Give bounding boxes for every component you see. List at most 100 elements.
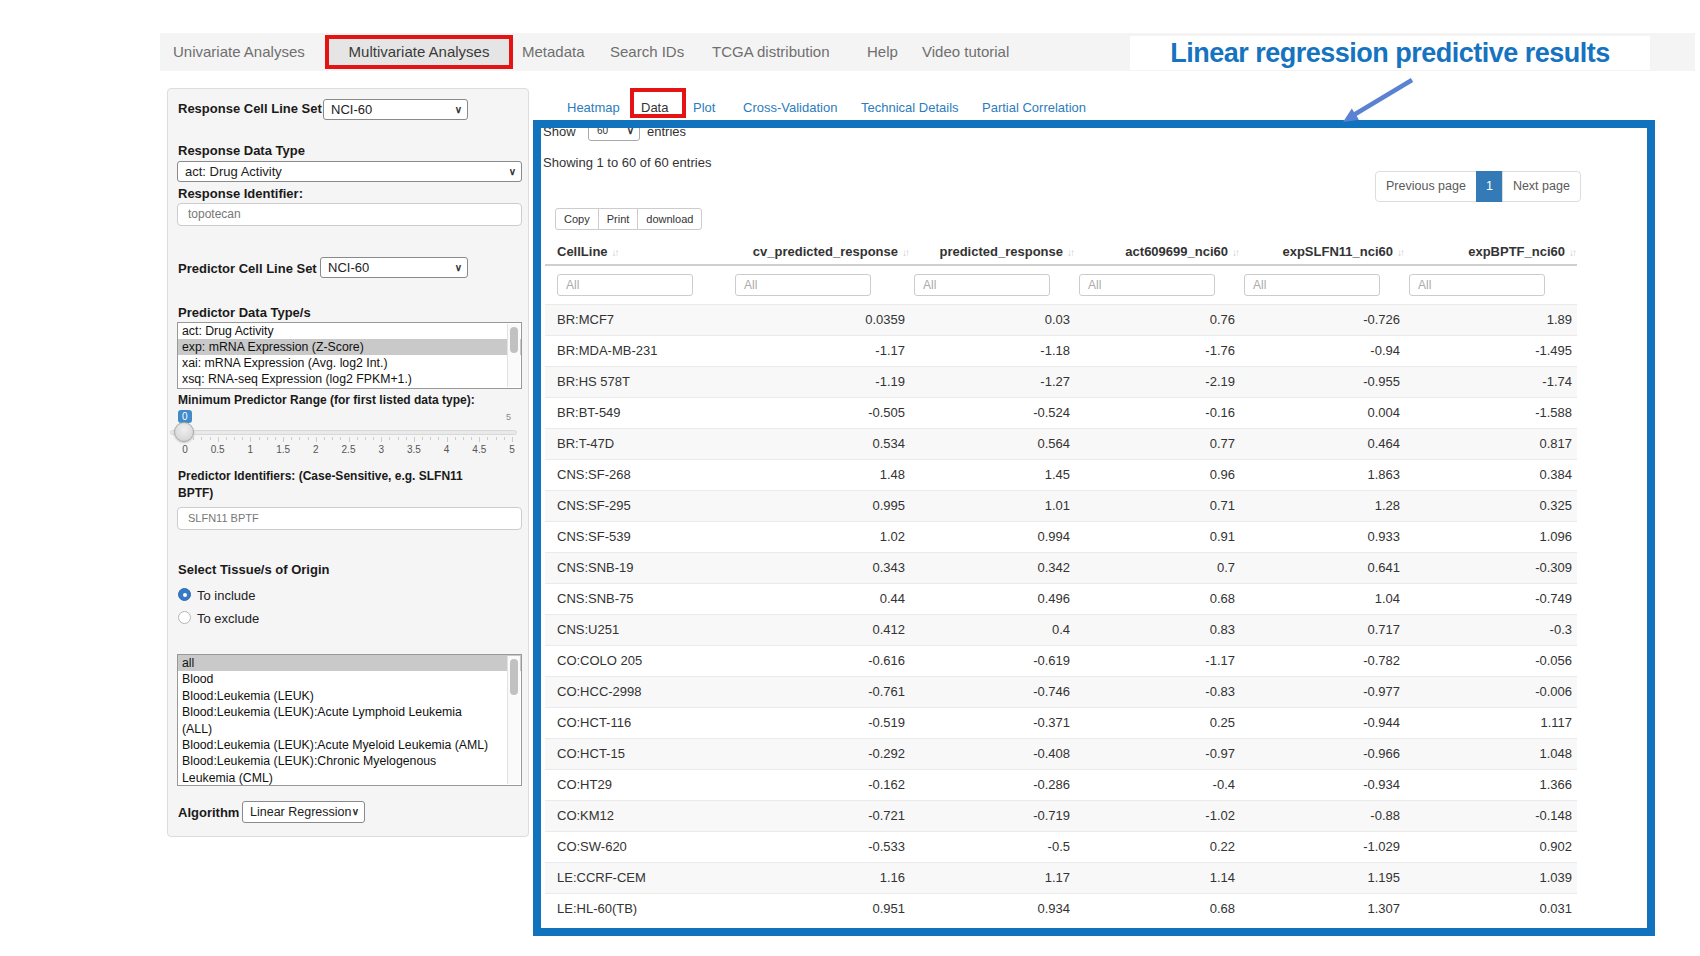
tab-partial-correlation[interactable]: Partial Correlation	[982, 100, 1086, 115]
predictor-data-type-option[interactable]: act: Drug Activity	[178, 323, 521, 339]
cell-value: 0.91	[1075, 521, 1240, 552]
nav-item-search-ids[interactable]: Search IDs	[610, 33, 684, 71]
cell-line-name: CO:HCT-116	[545, 707, 731, 738]
cell-value: 0.004	[1240, 397, 1405, 428]
cell-line-name: CNS:SNB-19	[545, 552, 731, 583]
response-identifier-input[interactable]: topotecan	[177, 203, 522, 226]
scrollbar[interactable]	[507, 324, 520, 387]
cell-value: -0.4	[1075, 769, 1240, 800]
chevron-down-icon: ∨	[455, 258, 462, 277]
tissue-listbox[interactable]: allBloodBlood:Leukemia (LEUK)Blood:Leuke…	[177, 654, 522, 786]
cell-line-name: CNS:U251	[545, 614, 731, 645]
cell-value: -0.505	[731, 397, 910, 428]
nav-item-tcga-distribution[interactable]: TCGA distribution	[712, 33, 830, 71]
column-header-expbptf_nci60[interactable]: expBPTF_nci60↓↑	[1405, 238, 1577, 265]
cell-value: 1.14	[1075, 862, 1240, 893]
filter-input-cellline[interactable]	[557, 274, 693, 296]
download-button[interactable]: download	[637, 208, 702, 230]
filter-input-cv_predicted_response[interactable]	[735, 274, 871, 296]
predictor-data-type-option[interactable]: xsq: RNA-seq Expression (log2 FPKM+1.)	[178, 371, 521, 387]
show-entries-select[interactable]: 60 ∨	[588, 121, 640, 141]
cell-value: 1.307	[1240, 893, 1405, 924]
cell-value: -0.5	[910, 831, 1075, 862]
cell-value: 0.03	[910, 304, 1075, 335]
chevron-down-icon: ∨	[627, 122, 634, 140]
tissue-option[interactable]: Blood	[178, 671, 521, 687]
filter-input-expslfn11_nci60[interactable]	[1244, 274, 1380, 296]
table-row: LE:CCRF-CEM1.161.171.141.1951.039	[545, 862, 1577, 893]
filter-input-predicted_response[interactable]	[914, 274, 1050, 296]
tissue-option[interactable]: all	[178, 655, 521, 671]
cell-value: -0.056	[1405, 645, 1577, 676]
slider-handle[interactable]	[174, 422, 194, 442]
cell-line-name: BR:HS 578T	[545, 366, 731, 397]
cell-line-name: CO:HCC-2998	[545, 676, 731, 707]
tab-plot[interactable]: Plot	[693, 100, 715, 115]
nav-item-video-tutorial[interactable]: Video tutorial	[922, 33, 1009, 71]
next-page-button[interactable]: Next page	[1502, 171, 1581, 202]
predictor-identifiers-input[interactable]: SLFN11 BPTF	[177, 507, 522, 530]
cell-value: -1.029	[1240, 831, 1405, 862]
column-header-act609699_nci60[interactable]: act609699_nci60↓↑	[1075, 238, 1240, 265]
copy-button[interactable]: Copy	[555, 208, 599, 230]
nav-item-metadata[interactable]: Metadata	[522, 33, 585, 71]
predictor-data-types-label: Predictor Data Type/s	[178, 305, 311, 320]
print-button[interactable]: Print	[598, 208, 639, 230]
algorithm-select[interactable]: Linear Regression ∨	[242, 801, 365, 823]
cell-value: 0.564	[910, 428, 1075, 459]
cell-value: -0.719	[910, 800, 1075, 831]
page-1-button[interactable]: 1	[1476, 171, 1503, 202]
cell-value: 0.934	[910, 893, 1075, 924]
scrollbar[interactable]	[507, 656, 520, 784]
scrollbar-thumb[interactable]	[510, 659, 518, 695]
response-data-type-label: Response Data Type	[178, 143, 305, 158]
filter-input-expbptf_nci60[interactable]	[1409, 274, 1545, 296]
table-row: CO:HT29-0.162-0.286-0.4-0.9341.366	[545, 769, 1577, 800]
nav-item-help[interactable]: Help	[867, 33, 898, 71]
response-cell-line-set-value: NCI-60	[331, 100, 372, 119]
predictor-cell-line-set-select[interactable]: NCI-60 ∨	[320, 257, 468, 278]
cell-value: 1.04	[1240, 583, 1405, 614]
tissue-option[interactable]: Blood:Leukemia (LEUK):Chronic Myelogenou…	[178, 753, 521, 786]
column-header-expslfn11_nci60[interactable]: expSLFN11_nci60↓↑	[1240, 238, 1405, 265]
column-header-cellline[interactable]: CellLine↓↑	[545, 238, 731, 265]
tissue-option[interactable]: Blood:Leukemia (LEUK)	[178, 688, 521, 704]
tissue-option[interactable]: Blood:Leukemia (LEUK):Acute Lymphoid Leu…	[178, 704, 521, 737]
cell-value: 0.951	[731, 893, 910, 924]
cell-value: 0.325	[1405, 490, 1577, 521]
tab-technical-details[interactable]: Technical Details	[861, 100, 959, 115]
nav-item-univariate-analyses[interactable]: Univariate Analyses	[173, 33, 305, 71]
tab-cross-validation[interactable]: Cross-Validation	[743, 100, 837, 115]
cell-value: -0.94	[1240, 335, 1405, 366]
column-header-cv_predicted_response[interactable]: cv_predicted_response↓↑	[731, 238, 910, 265]
table-row: CO:KM12-0.721-0.719-1.02-0.88-0.148	[545, 800, 1577, 831]
cell-value: -0.3	[1405, 614, 1577, 645]
tab-heatmap[interactable]: Heatmap	[567, 100, 620, 115]
predictor-data-types-listbox[interactable]: act: Drug Activityexp: mRNA Expression (…	[177, 322, 522, 389]
cell-value: 0.4	[910, 614, 1075, 645]
cell-value: 1.28	[1240, 490, 1405, 521]
cell-line-name: CO:SW-620	[545, 831, 731, 862]
cell-value: -1.18	[910, 335, 1075, 366]
slider-track[interactable]	[170, 430, 517, 435]
slider-tick-label: 1.5	[276, 444, 290, 455]
nav-item-active-redbox[interactable]: Multivariate Analyses	[325, 35, 513, 69]
cell-value: 0.96	[1075, 459, 1240, 490]
response-cell-line-set-select[interactable]: NCI-60 ∨	[323, 99, 468, 120]
cell-line-name: BR:T-47D	[545, 428, 731, 459]
filter-input-act609699_nci60[interactable]	[1079, 274, 1215, 296]
nav-item-multivariate-analyses[interactable]: Multivariate Analyses	[329, 39, 509, 65]
tissue-include-radio[interactable]	[178, 588, 191, 601]
tissue-option[interactable]: Blood:Leukemia (LEUK):Acute Myeloid Leuk…	[178, 737, 521, 753]
response-data-type-select[interactable]: act: Drug Activity ∨	[177, 161, 522, 182]
chevron-down-icon: ∨	[455, 100, 462, 119]
show-entries-label: Show	[543, 124, 576, 139]
cell-value: -0.746	[910, 676, 1075, 707]
previous-page-button[interactable]: Previous page	[1375, 171, 1477, 202]
predictor-data-type-option[interactable]: exp: mRNA Expression (Z-Score)	[178, 339, 521, 355]
scrollbar-thumb[interactable]	[510, 327, 518, 353]
tissue-exclude-radio[interactable]	[178, 611, 191, 624]
cell-line-name: CNS:SF-539	[545, 521, 731, 552]
column-header-predicted_response[interactable]: predicted_response↓↑	[910, 238, 1075, 265]
predictor-data-type-option[interactable]: xai: mRNA Expression (Avg. log2 Int.)	[178, 355, 521, 371]
